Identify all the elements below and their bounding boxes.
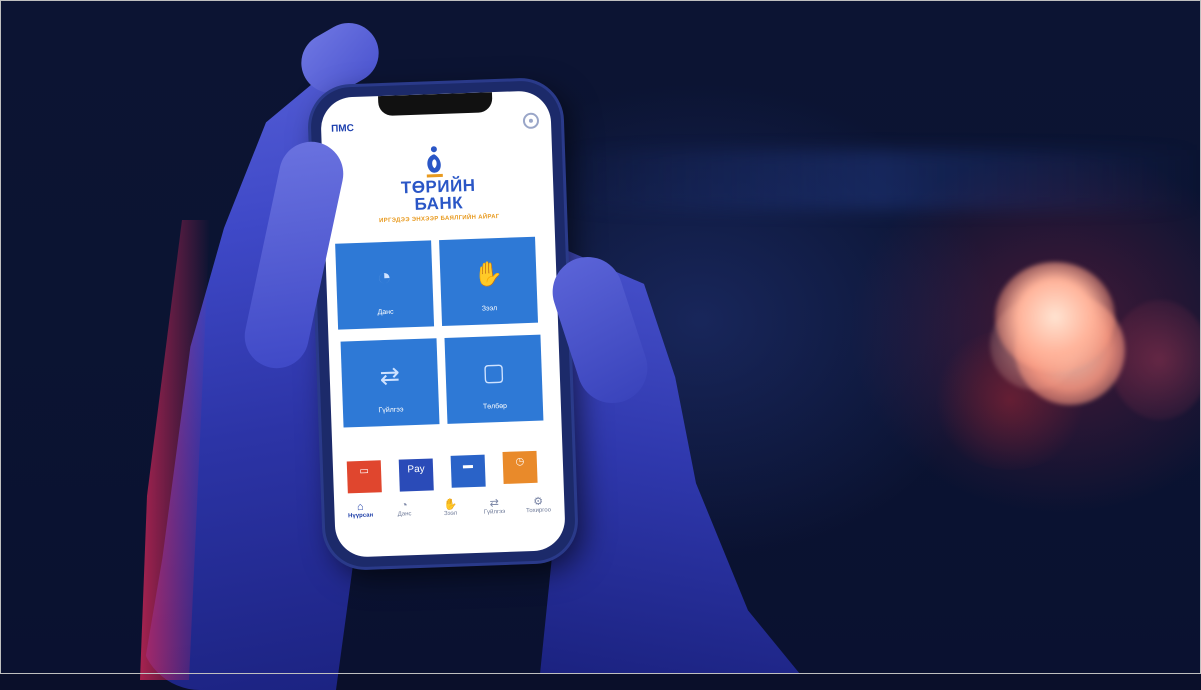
image-border: [0, 0, 1201, 674]
